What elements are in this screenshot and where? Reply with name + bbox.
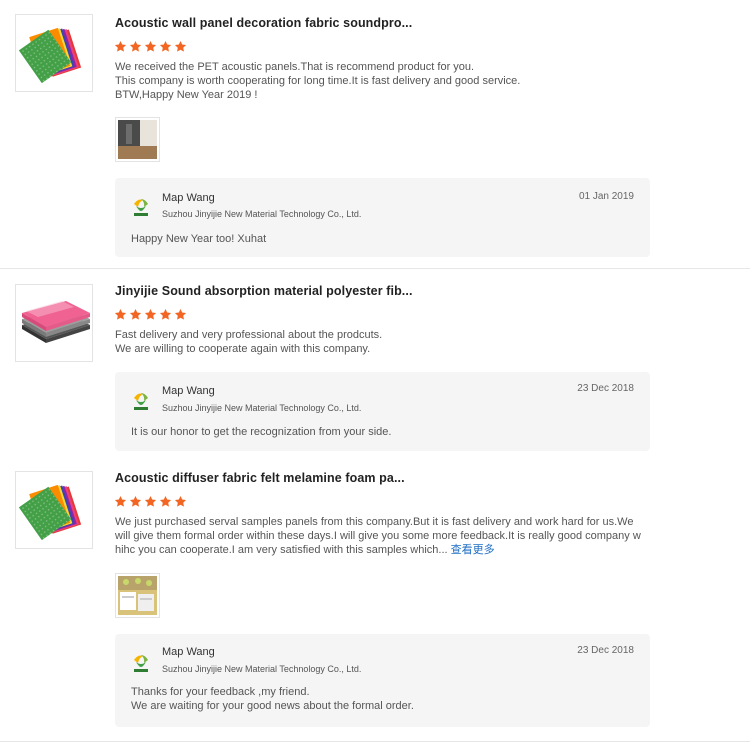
review-photo[interactable] bbox=[115, 117, 160, 162]
polyester-panels-image bbox=[16, 285, 92, 361]
seller-reply: Map Wang Suzhou Jinyijie New Material Te… bbox=[115, 372, 650, 451]
reply-company[interactable]: Suzhou Jinyijie New Material Technology … bbox=[162, 209, 361, 219]
review-text: Fast delivery and very professional abou… bbox=[115, 329, 383, 355]
reply-author: Map Wang bbox=[162, 646, 215, 658]
seller-reply: Map Wang Suzhou Jinyijie New Material Te… bbox=[115, 634, 650, 727]
star-icon bbox=[159, 495, 172, 507]
reply-author: Map Wang bbox=[162, 192, 215, 204]
review-text-body: We just purchased serval samples panels … bbox=[115, 516, 641, 556]
review-divider bbox=[0, 741, 750, 742]
review-text: We received the PET acoustic panels.That… bbox=[115, 61, 521, 101]
star-icon bbox=[144, 495, 157, 507]
star-icon bbox=[129, 40, 142, 52]
product-thumbnail[interactable] bbox=[15, 284, 93, 362]
room-photo-image bbox=[118, 120, 157, 159]
jinyijie-logo-icon bbox=[134, 199, 148, 216]
star-icon bbox=[159, 308, 172, 320]
review-divider bbox=[0, 268, 750, 269]
star-icon bbox=[114, 495, 127, 507]
star-icon bbox=[174, 308, 187, 320]
review-text: We just purchased serval samples panels … bbox=[115, 515, 641, 557]
product-thumbnail[interactable] bbox=[15, 471, 93, 549]
foam-samples-image bbox=[118, 576, 157, 615]
rating-stars bbox=[114, 40, 187, 53]
reply-date: 01 Jan 2019 bbox=[578, 191, 634, 202]
felt-panels-image bbox=[16, 472, 92, 548]
see-more-link[interactable]: 查看更多 bbox=[451, 544, 495, 556]
reply-date: 23 Dec 2018 bbox=[577, 383, 634, 394]
jinyijie-logo-icon bbox=[134, 393, 148, 410]
seller-reply: Map Wang Suzhou Jinyijie New Material Te… bbox=[115, 178, 650, 257]
product-title[interactable]: Acoustic wall panel decoration fabric so… bbox=[115, 16, 412, 30]
reply-date: 23 Dec 2018 bbox=[577, 645, 634, 656]
reply-message: Happy New Year too! Xuhat bbox=[131, 233, 267, 245]
reply-message: Thanks for your feedback ,my friend. We … bbox=[131, 686, 414, 712]
star-icon bbox=[114, 40, 127, 52]
reply-author: Map Wang bbox=[162, 385, 215, 397]
reply-company[interactable]: Suzhou Jinyijie New Material Technology … bbox=[162, 403, 361, 413]
product-thumbnail[interactable] bbox=[15, 14, 93, 92]
rating-stars bbox=[114, 495, 187, 508]
rating-stars bbox=[114, 308, 187, 321]
product-title[interactable]: Jinyijie Sound absorption material polye… bbox=[115, 284, 413, 298]
star-icon bbox=[144, 40, 157, 52]
felt-panels-image bbox=[16, 15, 92, 91]
reply-message: It is our honor to get the recognization… bbox=[131, 426, 392, 438]
product-title[interactable]: Acoustic diffuser fabric felt melamine f… bbox=[115, 471, 405, 485]
review-photo[interactable] bbox=[115, 573, 160, 618]
star-icon bbox=[114, 308, 127, 320]
star-icon bbox=[159, 40, 172, 52]
star-icon bbox=[129, 308, 142, 320]
reply-company[interactable]: Suzhou Jinyijie New Material Technology … bbox=[162, 664, 361, 674]
star-icon bbox=[174, 40, 187, 52]
star-icon bbox=[144, 308, 157, 320]
star-icon bbox=[174, 495, 187, 507]
star-icon bbox=[129, 495, 142, 507]
jinyijie-logo-icon bbox=[134, 655, 148, 672]
